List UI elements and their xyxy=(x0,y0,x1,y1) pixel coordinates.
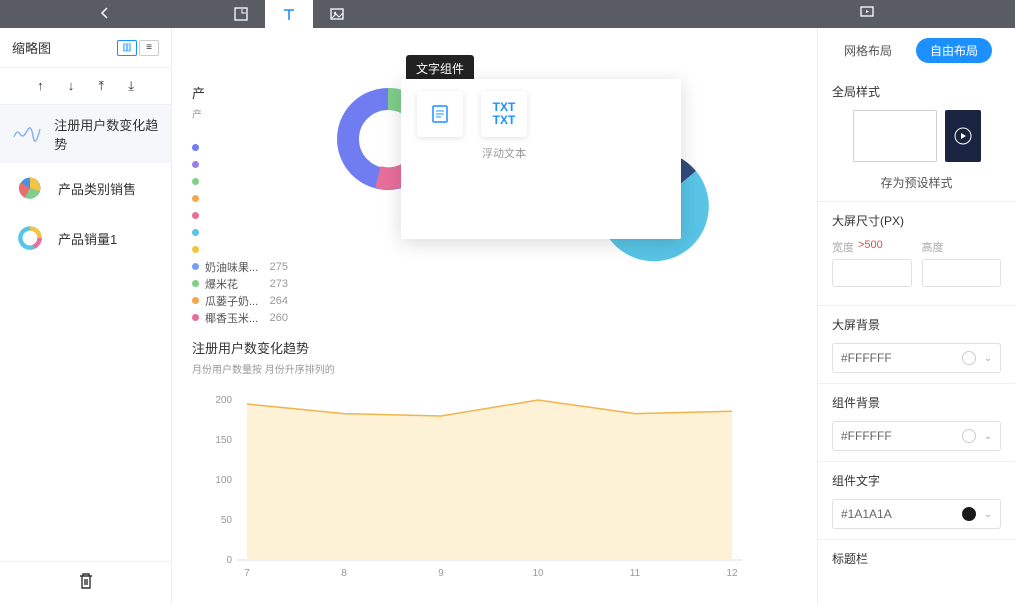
line-chart-icon xyxy=(12,119,44,149)
chart-subtitle: 月份用户数量按 月份升序排列的 xyxy=(192,361,772,376)
width-input[interactable] xyxy=(832,259,912,287)
component-bg-color-picker[interactable]: #FFFFFF ⌄ xyxy=(832,421,1001,451)
dropdown-item[interactable] xyxy=(413,91,467,227)
document-icon xyxy=(417,91,463,137)
dropdown-item-label: 浮动文本 xyxy=(482,145,526,161)
pie-chart-icon xyxy=(12,173,48,203)
line-chart[interactable]: 注册用户数变化趋势 月份用户数量按 月份升序排列的 0 50 100 150 200 7… xyxy=(192,338,772,595)
svg-text:11: 11 xyxy=(630,568,641,579)
play-button[interactable] xyxy=(945,110,981,162)
svg-text:12: 12 xyxy=(726,568,738,579)
tool-chart-icon[interactable] xyxy=(217,0,265,28)
list-item-label: 注册用户数变化趋势 xyxy=(54,115,159,153)
svg-text:200: 200 xyxy=(215,395,232,406)
section-title: 全局样式 xyxy=(832,83,1001,100)
chart-legend: 奶油味果...275爆米花273瓜蒌子奶...264椰香玉米...260 xyxy=(192,139,288,326)
trash-icon[interactable] xyxy=(78,572,94,595)
height-input[interactable] xyxy=(922,259,1002,287)
canvas[interactable]: 产 产 奶油味果...275爆米花273瓜蒌子奶...264椰香玉米...260 xyxy=(172,28,817,605)
component-text-color-picker[interactable]: #1A1A1A ⌄ xyxy=(832,499,1001,529)
legend-item: 奶油味果...275 xyxy=(192,258,288,275)
bg-color-picker[interactable]: #FFFFFF ⌄ xyxy=(832,343,1001,373)
legend-item: 瓜蒌子奶...264 xyxy=(192,292,288,309)
tool-text-icon[interactable] xyxy=(265,0,313,28)
tool-preview-icon[interactable] xyxy=(859,4,875,25)
list-item-label: 产品类别销售 xyxy=(58,179,136,198)
move-bottom-icon[interactable]: ⤓ xyxy=(128,78,134,94)
txt-icon: TXTTXT xyxy=(481,91,527,137)
area-chart-svg: 0 50 100 150 200 7 8 9 10 11 12 xyxy=(192,390,752,590)
thumbnail-list: 注册用户数变化趋势 产品类别销售 产品销量1 xyxy=(0,105,171,561)
svg-text:100: 100 xyxy=(215,475,232,486)
list-item[interactable]: 注册用户数变化趋势 xyxy=(0,105,171,163)
toolbar-tools xyxy=(217,0,361,28)
tool-image-icon[interactable] xyxy=(313,0,361,28)
view-grid-icon[interactable]: ▥ xyxy=(117,40,137,56)
svg-text:7: 7 xyxy=(244,568,250,579)
tab-grid-layout[interactable]: 网格布局 xyxy=(830,38,906,63)
tab-free-layout[interactable]: 自由布局 xyxy=(916,38,992,63)
chevron-down-icon: ⌄ xyxy=(984,509,992,520)
section-title: 大屏背景 xyxy=(832,316,1001,333)
text-component-dropdown: TXTTXT 浮动文本 xyxy=(401,79,681,239)
chevron-down-icon: ⌄ xyxy=(984,353,992,364)
top-bar xyxy=(0,0,1015,28)
move-top-icon[interactable]: ⤒ xyxy=(98,78,104,94)
chevron-down-icon: ⌄ xyxy=(984,431,992,442)
svg-text:10: 10 xyxy=(532,568,544,579)
view-list-icon[interactable]: ≡ xyxy=(139,40,159,56)
width-error: >500 xyxy=(858,239,883,255)
legend-item: 爆米花273 xyxy=(192,275,288,292)
list-item[interactable]: 产品销量1 xyxy=(0,213,171,263)
chart-title: 注册用户数变化趋势 xyxy=(192,338,772,357)
save-preset-button[interactable]: 存为预设样式 xyxy=(832,174,1001,191)
list-item[interactable]: 产品类别销售 xyxy=(0,163,171,213)
move-up-icon[interactable]: ↑ xyxy=(37,78,44,94)
svg-text:9: 9 xyxy=(438,568,444,579)
dropdown-item[interactable]: TXTTXT 浮动文本 xyxy=(477,91,531,227)
color-swatch xyxy=(962,507,976,521)
tooltip: 文字组件 xyxy=(406,55,474,82)
ring-chart-icon xyxy=(12,223,48,253)
legend-item: 椰香玉米...260 xyxy=(192,309,288,326)
svg-text:50: 50 xyxy=(221,515,233,526)
section-title: 大屏尺寸(PX) xyxy=(832,212,1001,229)
svg-text:8: 8 xyxy=(341,568,347,579)
svg-text:150: 150 xyxy=(215,435,232,446)
color-swatch xyxy=(962,351,976,365)
section-title: 标题栏 xyxy=(832,550,1001,567)
left-panel: 缩略图 ▥ ≡ ↑ ↓ ⤒ ⤓ 注册用户数变化趋势 产品类别销 xyxy=(0,28,172,605)
preview-box[interactable] xyxy=(853,110,937,162)
thumbnail-title: 缩略图 xyxy=(12,38,51,57)
svg-text:0: 0 xyxy=(226,555,232,566)
section-title: 组件文字 xyxy=(832,472,1001,489)
list-item-label: 产品销量1 xyxy=(58,229,117,248)
color-swatch xyxy=(962,429,976,443)
back-button[interactable] xyxy=(93,6,117,22)
right-panel: 网格布局 自由布局 全局样式 存为预设样式 大屏尺寸(PX) 宽度>500 高 xyxy=(817,28,1015,605)
section-title: 组件背景 xyxy=(832,394,1001,411)
move-down-icon[interactable]: ↓ xyxy=(68,78,75,94)
